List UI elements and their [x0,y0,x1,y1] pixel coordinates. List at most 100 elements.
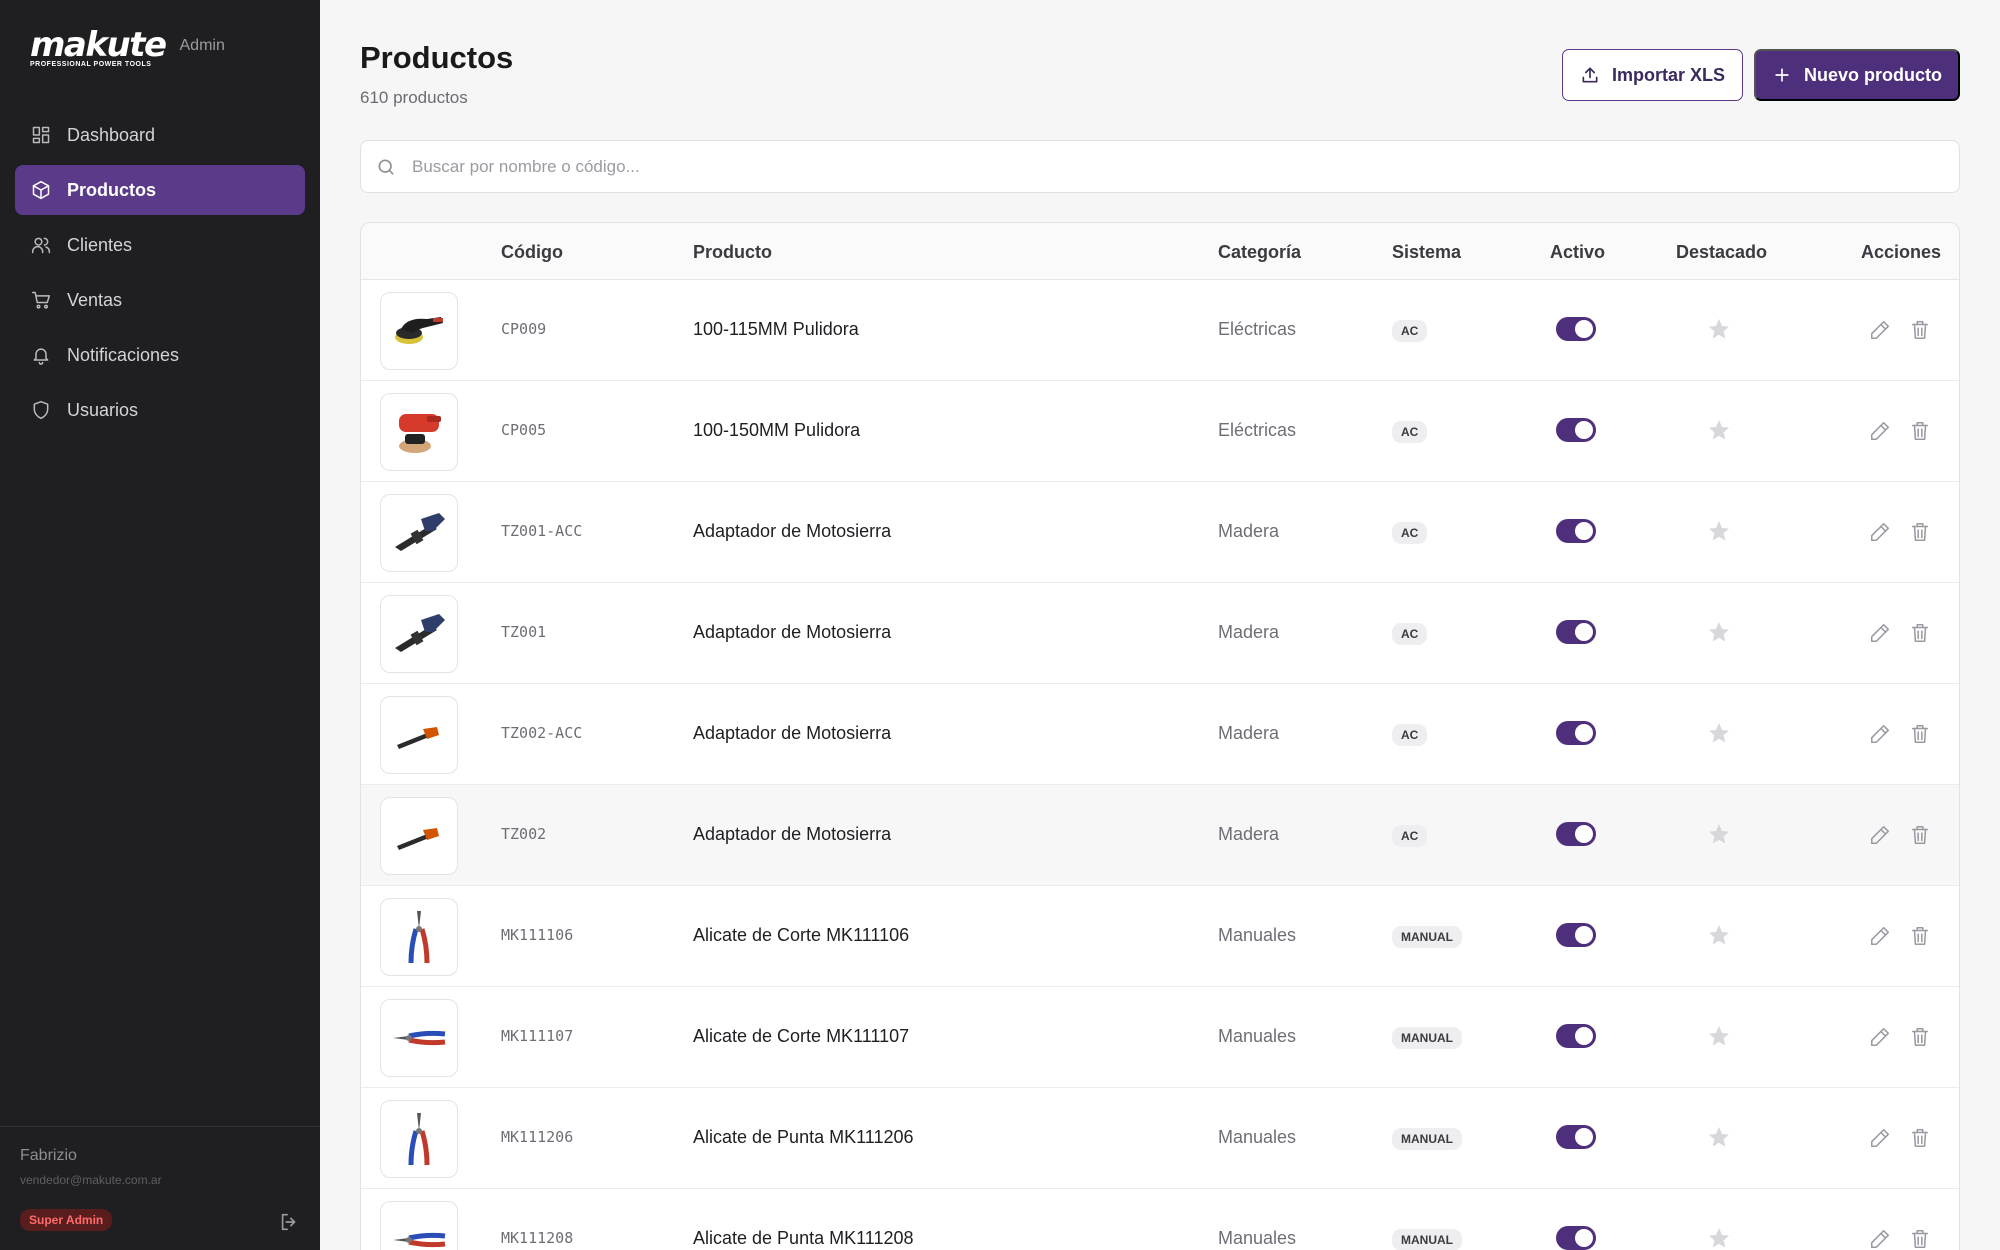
table-row[interactable]: CP005 100-150MM Pulidora Eléctricas AC [361,381,1959,482]
featured-star-icon[interactable] [1707,317,1731,341]
edit-icon[interactable] [1869,319,1891,341]
trash-icon[interactable] [1909,1026,1931,1048]
table-row[interactable]: MK111107 Alicate de Corte MK111107 Manuale… [361,987,1959,1088]
product-code: TZ001 [501,623,547,641]
edit-icon[interactable] [1869,824,1891,846]
edit-icon[interactable] [1869,925,1891,947]
product-name: Alicate de Corte MK111107 [693,1026,910,1046]
sidebar-item-label: Usuarios [67,399,139,420]
table-row[interactable]: MK111206 Alicate de Punta MK111206 Manuale… [361,1088,1959,1189]
featured-star-icon[interactable] [1707,418,1731,442]
sidebar-item-dashboard[interactable]: Dashboard [15,110,305,160]
cart-icon [31,291,51,309]
table-row[interactable]: MK111208 Alicate de Punta MK111208 Manuale… [361,1189,1959,1250]
sidebar-item-usuarios[interactable]: Usuarios [15,385,305,435]
system-badge: AC [1392,825,1428,847]
edit-icon[interactable] [1869,1127,1891,1149]
column-header-code[interactable]: Código [501,242,563,263]
sidebar-item-label: Notificaciones [67,344,180,365]
shield-icon [33,400,49,420]
edit-icon[interactable] [1869,420,1891,442]
logo[interactable]: makute PROFESSIONAL POWER TOOLS [30,28,167,68]
table-row[interactable]: TZ001-ACC Adaptador de Motosierra Madera AC [361,482,1959,583]
edit-icon[interactable] [1869,1026,1891,1048]
import-xls-button[interactable]: Importar XLS [1562,49,1743,101]
table-row[interactable]: TZ002 Adaptador de Motosierra Madera AC [361,785,1959,886]
sidebar-item-ventas[interactable]: Ventas [15,275,305,325]
featured-star-icon[interactable] [1707,620,1731,644]
active-toggle[interactable] [1556,1226,1596,1250]
table-header: Código Producto Categoría Sistema Activo… [361,223,1959,280]
column-header-product[interactable]: Producto [693,242,772,263]
active-toggle[interactable] [1556,620,1596,644]
trash-icon[interactable] [1909,319,1931,341]
featured-star-icon[interactable] [1707,923,1731,947]
edit-icon[interactable] [1869,1228,1891,1250]
trash-icon[interactable] [1909,1228,1931,1250]
featured-star-icon[interactable] [1707,1226,1731,1250]
sidebar-item-productos[interactable]: Productos [15,165,305,215]
featured-star-icon[interactable] [1707,1125,1731,1149]
product-code: TZ002-ACC [501,724,583,742]
product-code: CP005 [501,421,547,439]
new-product-button[interactable]: Nuevo producto [1754,49,1960,101]
product-name: 100-115MM Pulidora [693,319,859,339]
product-name: Adaptador de Motosierra [693,521,892,541]
brand: makute PROFESSIONAL POWER TOOLS Admin [30,28,225,68]
users-icon [31,237,51,254]
featured-star-icon[interactable] [1707,822,1731,846]
dashboard-icon [32,126,50,144]
sidebar-item-label: Clientes [67,234,133,255]
edit-icon[interactable] [1869,622,1891,644]
active-toggle[interactable] [1556,923,1596,947]
trash-icon[interactable] [1909,925,1931,947]
product-thumbnail [380,1201,458,1250]
column-header-featured[interactable]: Destacado [1676,242,1767,263]
featured-star-icon[interactable] [1707,1024,1731,1048]
user-name: Fabrizio [20,1147,77,1164]
page-title: Productos [360,40,514,75]
active-toggle[interactable] [1556,418,1596,442]
trash-icon[interactable] [1909,723,1931,745]
product-category: Madera [1218,521,1280,541]
products-table: Código Producto Categoría Sistema Activo… [360,222,1960,1250]
trash-icon[interactable] [1909,824,1931,846]
sidebar-item-notificaciones[interactable]: Notificaciones [15,330,305,380]
trash-icon[interactable] [1909,420,1931,442]
trash-icon[interactable] [1909,521,1931,543]
active-toggle[interactable] [1556,822,1596,846]
product-name: Adaptador de Motosierra [693,622,892,642]
search-input[interactable] [412,156,1912,177]
active-toggle[interactable] [1556,721,1596,745]
column-header-active[interactable]: Activo [1550,242,1605,263]
column-header-category[interactable]: Categoría [1218,242,1301,263]
product-name: Alicate de Corte MK111106 [693,925,910,945]
product-category: Madera [1218,622,1280,642]
column-header-system[interactable]: Sistema [1392,242,1461,263]
table-row[interactable]: TZ001 Adaptador de Motosierra Madera AC [361,583,1959,684]
edit-icon[interactable] [1869,521,1891,543]
plus-icon [1775,68,1789,82]
logout-icon[interactable] [278,1211,300,1233]
active-toggle[interactable] [1556,1024,1596,1048]
active-toggle[interactable] [1556,519,1596,543]
featured-star-icon[interactable] [1707,721,1731,745]
trash-icon[interactable] [1909,1127,1931,1149]
product-thumbnail [380,999,458,1077]
table-row[interactable]: CP009 100-115MM Pulidora Eléctricas AC [361,280,1959,381]
system-badge: AC [1392,724,1428,746]
system-badge: MANUAL [1392,1027,1462,1049]
edit-icon[interactable] [1869,723,1891,745]
table-row[interactable]: TZ002-ACC Adaptador de Motosierra Madera AC [361,684,1959,785]
trash-icon[interactable] [1909,622,1931,644]
featured-star-icon[interactable] [1707,519,1731,543]
sidebar-item-label: Ventas [67,289,123,310]
active-toggle[interactable] [1556,317,1596,341]
system-badge: MANUAL [1392,926,1462,948]
system-badge: MANUAL [1392,1229,1462,1250]
table-row[interactable]: MK111106 Alicate de Corte MK111106 Manuale… [361,886,1959,987]
sidebar-item-clientes[interactable]: Clientes [15,220,305,270]
product-thumbnail [380,797,458,875]
active-toggle[interactable] [1556,1125,1596,1149]
product-code: TZ002 [501,825,547,843]
